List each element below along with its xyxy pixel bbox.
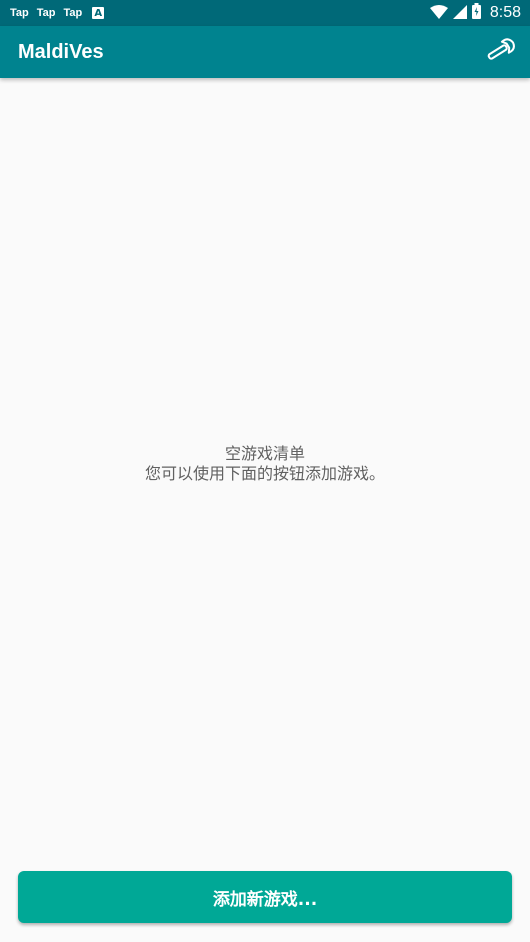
empty-state: 空游戏清单 您可以使用下面的按钮添加游戏。 bbox=[0, 444, 530, 484]
status-bar: Tap Tap Tap A 8:58 bbox=[0, 0, 530, 26]
wifi-icon bbox=[429, 4, 448, 23]
empty-state-title: 空游戏清单 bbox=[224, 444, 305, 463]
clock: 8:58 bbox=[489, 4, 521, 21]
wrench-icon bbox=[484, 37, 516, 67]
app-bar: MaldiVes bbox=[0, 26, 530, 78]
signal-icon bbox=[452, 4, 467, 23]
add-game-button-label: 添加新游戏... bbox=[212, 889, 318, 910]
add-game-button[interactable]: 添加新游戏... bbox=[18, 871, 512, 923]
settings-button[interactable] bbox=[482, 36, 518, 68]
notification-tap-2: Tap bbox=[36, 7, 56, 19]
empty-state-message: 您可以使用下面的按钮添加游戏。 bbox=[144, 464, 385, 483]
app-title: MaldiVes bbox=[18, 41, 104, 63]
system-status-area: 8:58 bbox=[429, 0, 521, 26]
notification-a-icon: A bbox=[92, 7, 105, 19]
battery-icon bbox=[471, 3, 481, 23]
notification-tap-1: Tap bbox=[10, 7, 29, 19]
notification-tap-3: Tap bbox=[63, 7, 83, 19]
notification-area: Tap Tap Tap A bbox=[10, 0, 105, 26]
